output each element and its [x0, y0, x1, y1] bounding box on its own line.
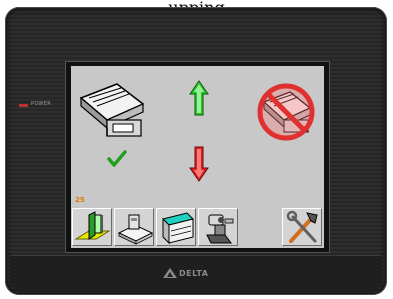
hand-tool-icon — [206, 214, 234, 244]
table-saw-disabled-icon — [257, 83, 315, 141]
check-icon — [107, 150, 127, 167]
hmi-screen: 25 — [71, 66, 324, 248]
delta-triangle-icon — [163, 268, 177, 278]
saw-table-icon — [117, 214, 154, 245]
material-board-icon — [162, 212, 194, 245]
hand-tool-button[interactable] — [198, 208, 238, 246]
table-saw-icon — [79, 83, 145, 137]
entry-door-icon — [74, 211, 111, 240]
material-board-button[interactable] — [156, 208, 196, 246]
brand-logo-text: DELTA — [179, 268, 209, 278]
entry-door-button[interactable] — [72, 208, 112, 246]
power-led-indicator — [19, 104, 28, 107]
green-up-arrow-icon[interactable] — [189, 80, 209, 116]
power-label: POWER — [31, 101, 52, 107]
cycle-counter: 25 — [75, 196, 85, 204]
brand-logo: DELTA — [163, 268, 208, 278]
saw-table-button[interactable] — [114, 208, 154, 246]
settings-tools-icon — [286, 210, 318, 243]
settings-tools-button[interactable] — [282, 208, 322, 246]
red-down-arrow-icon[interactable] — [189, 146, 209, 182]
